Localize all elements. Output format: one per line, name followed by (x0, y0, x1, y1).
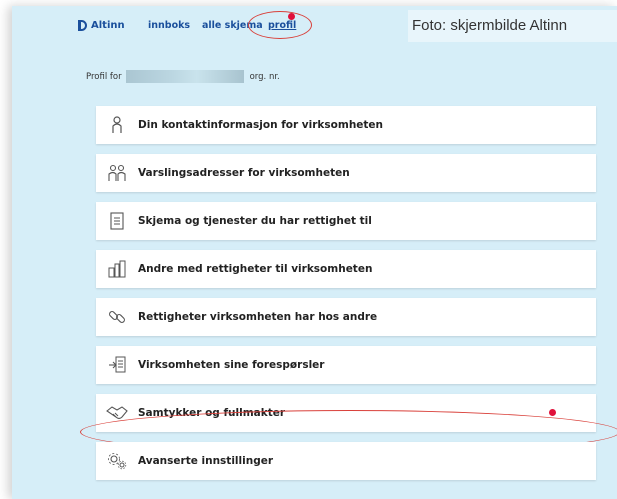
menu-item-forms-and-services[interactable]: Skjema og tjenester du har rettighet til (96, 202, 596, 240)
people-icon (106, 162, 128, 184)
menu-item-contact-info[interactable]: Din kontaktinformasjon for virksomheten (96, 106, 596, 144)
menu-item-label: Varslingsadresser for virksomheten (138, 167, 350, 179)
menu-item-others-with-rights[interactable]: Andre med rettigheter til virksomheten (96, 250, 596, 288)
menu-item-notification-addresses[interactable]: Varslingsadresser for virksomheten (96, 154, 596, 192)
redacted-company-name (125, 70, 244, 83)
photo-caption: Foto: skjermbilde Altinn (408, 10, 617, 42)
menu-item-label: Rettigheter virksomheten har hos andre (138, 311, 378, 323)
building-icon (106, 258, 128, 280)
logo-text: Altinn (91, 20, 125, 31)
profile-for-row: Profil for org. nr. (86, 70, 280, 83)
notification-dot-icon (549, 409, 556, 416)
profile-suffix: org. nr. (249, 71, 280, 82)
menu-item-rights-with-others[interactable]: Rettigheter virksomheten har hos andre (96, 298, 596, 336)
altinn-logo-icon (78, 20, 87, 31)
altinn-profile-page: Altinn innboks alle skjema profil Foto: … (12, 6, 617, 499)
menu-item-requests[interactable]: Virksomheten sine forespørsler (96, 346, 596, 384)
menu-item-label: Skjema og tjenester du har rettighet til (138, 215, 372, 227)
person-icon (106, 114, 128, 136)
menu-item-label: Avanserte innstillinger (138, 455, 274, 467)
request-icon (106, 354, 128, 376)
altinn-logo[interactable]: Altinn (78, 20, 125, 31)
link-icon (106, 306, 128, 328)
highlight-circle-profil (248, 11, 312, 39)
menu-item-label: Andre med rettigheter til virksomheten (138, 263, 373, 275)
gears-icon (106, 450, 128, 472)
document-icon (106, 210, 128, 232)
profile-prefix: Profil for (86, 71, 122, 82)
nav-innboks[interactable]: innboks (148, 20, 190, 31)
menu-item-advanced-settings[interactable]: Avanserte innstillinger (96, 442, 596, 480)
menu-item-label: Virksomheten sine forespørsler (138, 359, 325, 371)
menu-item-label: Din kontaktinformasjon for virksomheten (138, 119, 384, 131)
